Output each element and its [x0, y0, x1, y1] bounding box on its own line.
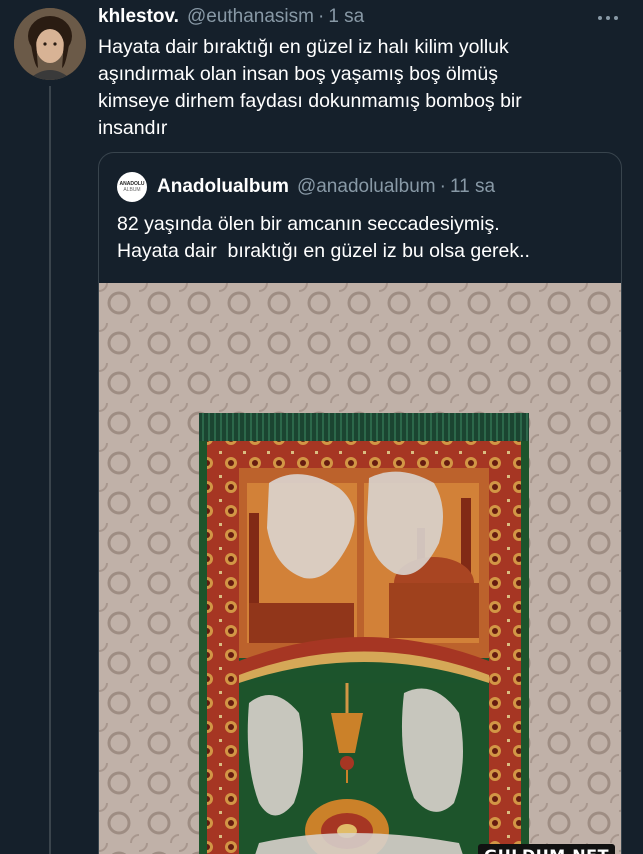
quoted-tweet-text: 82 yaşında ölen bir amcanın seccadesiymi…: [117, 211, 607, 265]
separator-dot: ·: [439, 176, 446, 197]
tweet-photo[interactable]: GULDUM.NET: [99, 283, 621, 854]
quoted-timestamp[interactable]: 11 sa: [450, 176, 495, 198]
avatar-image: [14, 8, 86, 80]
avatar[interactable]: [14, 8, 86, 80]
separator-dot: ·: [318, 6, 325, 27]
more-horizontal-icon[interactable]: [597, 6, 619, 26]
prayer-rug-photo: [99, 283, 621, 854]
quoted-text-line: Hayata dair bıraktığı en güzel iz bu ols…: [117, 240, 530, 262]
tweet-screen: khlestov. @euthanasism · 1 sa Hayata dai…: [0, 0, 643, 854]
quoted-avatar[interactable]: ANADOLU ALBUM: [117, 172, 147, 202]
quoted-text-line: 82 yaşında ölen bir amcanın seccadesiymi…: [117, 213, 500, 235]
tweet-timestamp[interactable]: 1 sa: [328, 6, 364, 28]
quoted-author-handle[interactable]: @anadolualbum: [297, 176, 436, 198]
tweet-text-line: Hayata dair bıraktığı en güzel iz halı k…: [98, 36, 509, 58]
quoted-tweet-header: ANADOLU ALBUM Anadolualbum @anadolualbum…: [117, 172, 611, 202]
quoted-tweet[interactable]: ANADOLU ALBUM Anadolualbum @anadolualbum…: [98, 152, 622, 854]
tweet-text-line: insandır: [98, 117, 168, 139]
author-handle[interactable]: @euthanasism: [187, 6, 314, 28]
quoted-author-name[interactable]: Anadolualbum: [157, 176, 289, 198]
tweet-text-line: kimseye dirhem faydası dokunmamış bomboş…: [98, 90, 522, 112]
watermark: GULDUM.NET: [478, 844, 615, 854]
author-name[interactable]: khlestov.: [98, 6, 179, 28]
tweet-text-line: aşındırmak olan insan boş yaşamış boş öl…: [98, 63, 498, 85]
thread-line: [49, 86, 51, 854]
tweet-header: khlestov. @euthanasism · 1 sa: [98, 4, 623, 30]
quoted-avatar-logo-line: ALBUM: [123, 187, 141, 193]
tweet-text: Hayata dair bıraktığı en güzel iz halı k…: [98, 34, 618, 142]
